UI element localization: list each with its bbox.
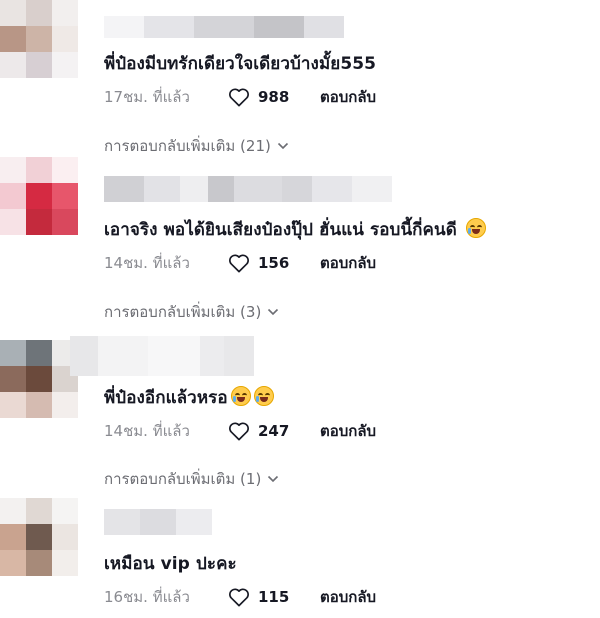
face-with-tears-of-joy-emoji [230,386,251,406]
like-count: 115 [258,588,290,606]
reply-button[interactable]: ตอบกลับ [320,85,376,109]
avatar[interactable] [0,498,78,576]
reply-button[interactable]: ตอบกลับ [320,419,376,443]
comment-time: 16ชม. ที่แล้ว [104,588,190,606]
avatar[interactable] [0,157,78,235]
more-replies-label: การตอบกลับเพิ่มเติม (21) [104,137,271,155]
view-more-replies-button[interactable]: การตอบกลับเพิ่มเติม (3) [104,300,279,324]
more-replies-label: การตอบกลับเพิ่มเติม (1) [104,470,262,488]
more-replies-label: การตอบกลับเพิ่มเติม (3) [104,303,262,321]
face-with-tears-of-joy-emoji [465,218,486,238]
username-censored[interactable] [70,336,254,376]
comment-text: พี่ป๋องอีกแล้วหรอ [104,384,274,411]
comment-text: เหมือน vip ปะคะ [104,554,237,574]
heart-icon[interactable] [228,253,250,273]
comment-meta: 14ชม. ที่แล้ว 156 ตอบกลับ [104,252,376,274]
like-count: 247 [258,422,290,440]
comment-meta: 17ชม. ที่แล้ว 988 ตอบกลับ [104,86,376,108]
username-censored[interactable] [104,176,392,202]
chevron-down-icon [267,308,279,316]
reply-button[interactable]: ตอบกลับ [320,585,376,609]
comment-meta: 14ชม. ที่แล้ว 247 ตอบกลับ [104,420,376,442]
comment-text: เอาจริง พอได้ยินเสียงป๋องปุ๊ป ฮั่นแน่ รอ… [104,216,486,243]
comment-time: 14ชม. ที่แล้ว [104,422,190,440]
comment-time: 14ชม. ที่แล้ว [104,254,190,272]
view-more-replies-button[interactable]: การตอบกลับเพิ่มเติม (21) [104,134,289,158]
view-more-replies-button[interactable]: การตอบกลับเพิ่มเติม (1) [104,467,279,491]
username-censored[interactable] [104,16,344,38]
heart-icon[interactable] [228,87,250,107]
chevron-down-icon [267,475,279,483]
face-with-tears-of-joy-emoji [253,386,274,406]
reply-button[interactable]: ตอบกลับ [320,251,376,275]
heart-icon[interactable] [228,587,250,607]
like-count: 988 [258,88,290,106]
heart-icon[interactable] [228,421,250,441]
comment-meta: 16ชม. ที่แล้ว 115 ตอบกลับ [104,586,376,608]
comment-text: พี่ป๋องมีบทรักเดียวใจเดียวบ้างมั้ย555 [104,54,377,74]
avatar[interactable] [0,0,78,78]
username-censored[interactable] [104,509,212,535]
chevron-down-icon [277,142,289,150]
avatar[interactable] [0,340,78,418]
comment-time: 17ชม. ที่แล้ว [104,88,190,106]
like-count: 156 [258,254,290,272]
